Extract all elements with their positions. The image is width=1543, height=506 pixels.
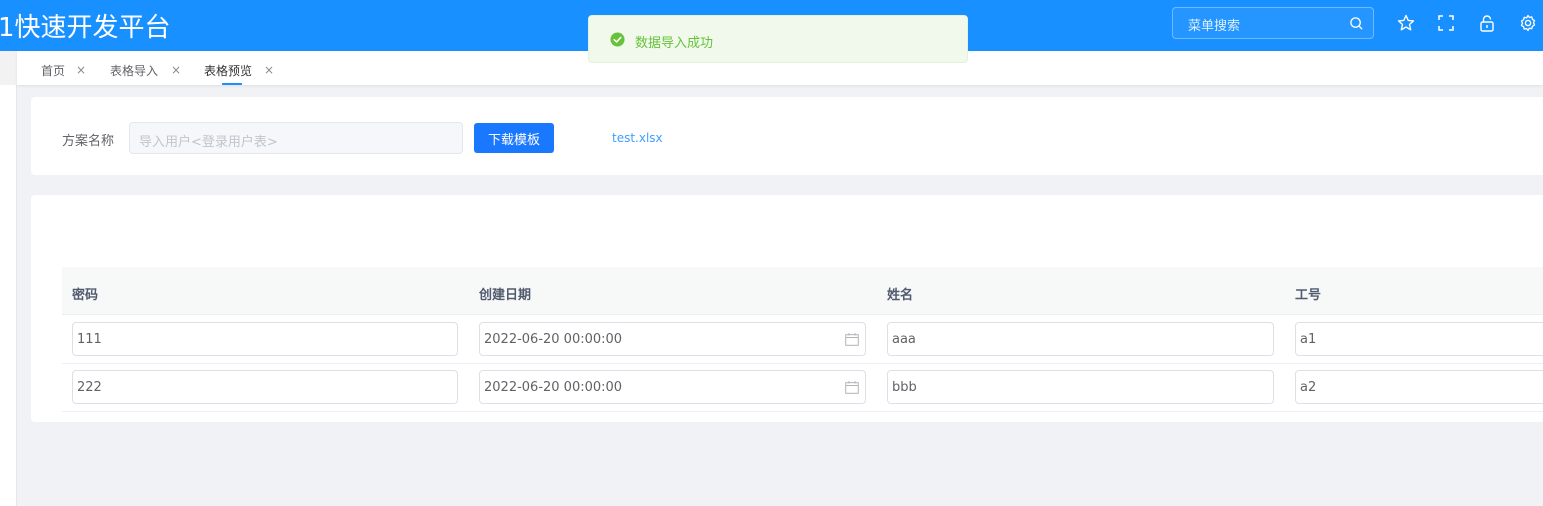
- column-header-name: 姓名: [887, 288, 914, 303]
- emp-no-input[interactable]: a1: [1295, 322, 1543, 356]
- uploaded-file-link[interactable]: test.xlsx: [612, 131, 663, 145]
- menu-search-input[interactable]: 菜单搜索: [1172, 7, 1374, 39]
- row-divider: [62, 363, 1543, 364]
- row-divider: [62, 411, 1543, 412]
- sidebar-tab-stub: [0, 51, 17, 85]
- name-input[interactable]: bbb: [887, 370, 1274, 404]
- tab-home[interactable]: 首页: [41, 62, 65, 79]
- password-input[interactable]: 111: [72, 322, 458, 356]
- emp-no-input[interactable]: a2: [1295, 370, 1543, 404]
- toast-message: 数据导入成功: [635, 36, 714, 51]
- created-date-value: 2022-06-20 00:00:00: [484, 380, 623, 395]
- column-header-password: 密码: [72, 288, 99, 303]
- tab-table-preview[interactable]: 表格预览: [204, 62, 252, 79]
- check-circle-icon: [610, 32, 625, 47]
- gear-icon[interactable]: [1519, 14, 1537, 32]
- tab-table-import[interactable]: 表格导入: [110, 62, 158, 79]
- created-date-picker[interactable]: 2022-06-20 00:00:00: [479, 370, 866, 404]
- close-icon[interactable]: ×: [76, 63, 86, 77]
- scheme-name-label: 方案名称: [62, 134, 115, 149]
- sidebar: [0, 51, 17, 506]
- fullscreen-icon[interactable]: [1437, 14, 1455, 32]
- table-header: 密码 创建日期 姓名 工号: [62, 267, 1543, 315]
- calendar-icon[interactable]: [845, 333, 859, 346]
- lock-icon[interactable]: [1478, 14, 1496, 32]
- success-toast: 数据导入成功: [588, 15, 968, 63]
- calendar-icon[interactable]: [845, 381, 859, 394]
- close-icon[interactable]: ×: [171, 63, 181, 77]
- search-placeholder: 菜单搜索: [1188, 19, 1241, 34]
- created-date-value: 2022-06-20 00:00:00: [484, 332, 623, 347]
- scheme-name-input: 导入用户<登录用户表>: [129, 122, 463, 154]
- active-tab-indicator: [222, 83, 242, 85]
- close-icon[interactable]: ×: [264, 63, 274, 77]
- star-icon[interactable]: [1397, 14, 1415, 32]
- column-header-created: 创建日期: [479, 288, 532, 303]
- download-template-button[interactable]: 下载模板: [474, 123, 554, 153]
- password-input[interactable]: 222: [72, 370, 458, 404]
- name-input[interactable]: aaa: [887, 322, 1274, 356]
- search-icon[interactable]: [1349, 16, 1364, 31]
- created-date-picker[interactable]: 2022-06-20 00:00:00: [479, 322, 866, 356]
- column-header-emp-no: 工号: [1295, 288, 1322, 303]
- app-title: 1快速开发平台: [0, 13, 171, 43]
